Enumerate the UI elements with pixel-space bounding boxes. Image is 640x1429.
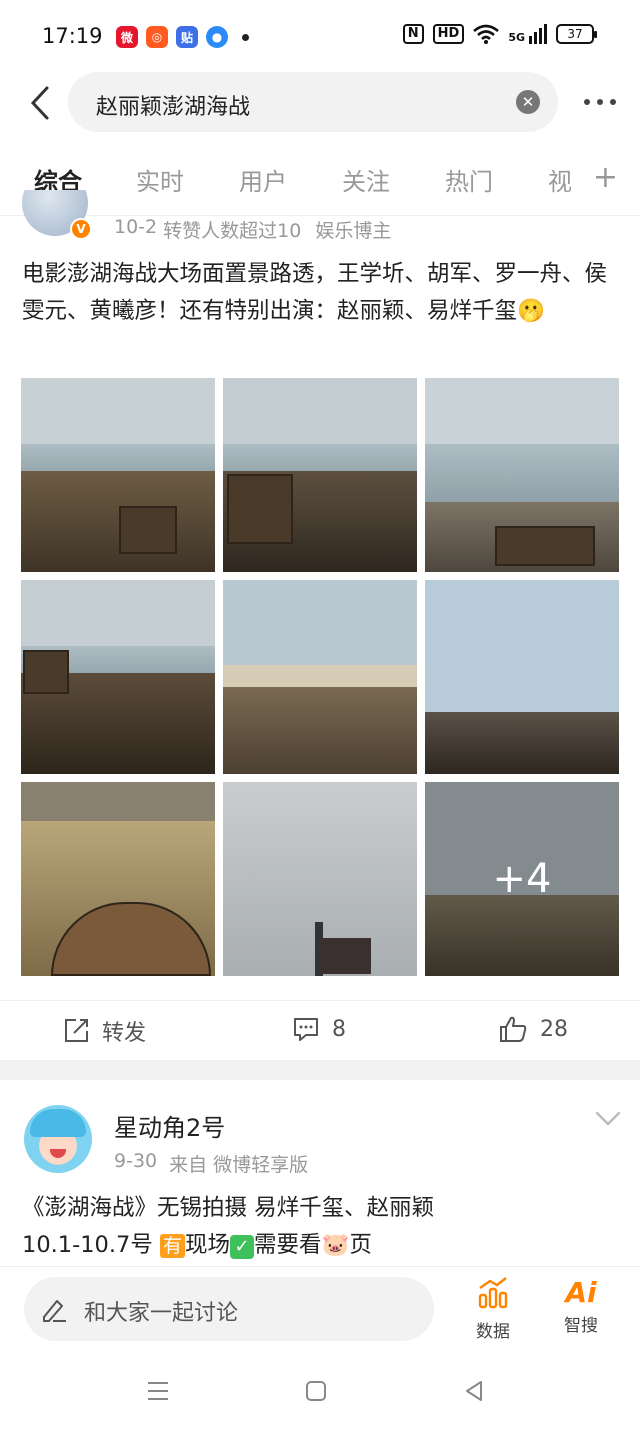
pencil-icon	[43, 1300, 66, 1322]
repost-icon	[65, 1019, 88, 1042]
bottom-composer-bar: 和大家一起讨论 数据 Ai 智搜	[0, 1266, 640, 1354]
app-blue-icon: ●	[206, 26, 228, 48]
weibo-icon: 微	[116, 26, 138, 48]
post1-text[interactable]: 电影澎湖海战大场面置景路透，王学圻、胡军、罗一舟、侯雯元、黄曦彦！还有特别出演：…	[22, 256, 620, 330]
search-header: 赵丽颖澎湖海战 ✕	[0, 72, 640, 134]
home-square-icon	[306, 1381, 326, 1401]
photo-1[interactable]	[21, 378, 215, 572]
tab-users[interactable]: 用户	[239, 162, 287, 197]
like-count: 28	[540, 1016, 568, 1042]
photo-7[interactable]	[21, 782, 215, 976]
home-button[interactable]	[296, 1376, 336, 1406]
recent-apps-button[interactable]	[138, 1376, 178, 1406]
post2-text-line2: 10.1-10.7号 有现场 ✓ 需要看🐷页	[22, 1227, 620, 1264]
post2-author-name[interactable]: 星动角2号	[114, 1108, 225, 1143]
system-icons: N HD 5G 37	[402, 24, 597, 44]
photo-3[interactable]	[425, 378, 619, 572]
post2-text[interactable]: 《澎湖海战》无锡拍摄 易烊千玺、赵丽颖 10.1-10.7号 有现场 ✓ 需要看🐷页	[22, 1190, 620, 1264]
tieba-icon: 贴	[176, 26, 198, 48]
more-photos-count[interactable]: +4	[425, 782, 619, 976]
post1-actions: 转发 8 28	[0, 1000, 640, 1060]
repost-button[interactable]: 转发	[62, 1015, 146, 1047]
post2-text-line1: 《澎湖海战》无锡拍摄 易烊千玺、赵丽颖	[22, 1195, 435, 1221]
photo-4[interactable]	[21, 580, 215, 774]
system-back-button[interactable]	[454, 1376, 494, 1406]
verified-badge-icon: V	[70, 218, 92, 240]
post2-date: 9-30	[114, 1150, 158, 1172]
post1-photo-grid: +4	[21, 378, 619, 976]
check-mark-icon: ✓	[230, 1235, 254, 1259]
smart-search-button[interactable]: Ai 智搜	[546, 1275, 616, 1336]
more-notifications-dot	[242, 33, 249, 41]
you-badge-icon: 有	[159, 1234, 185, 1258]
post1-tag: 娱乐博主	[315, 220, 392, 242]
post2-dates: 10.1-10.7号	[22, 1232, 160, 1258]
status-bar: 17:19 微 ◎ 贴 ● N HD 5G 37	[0, 0, 640, 72]
signal-5g-label: 5G	[508, 31, 525, 44]
photo-9[interactable]: +4	[425, 782, 619, 976]
bar-chart-icon	[478, 1277, 508, 1309]
photo-8[interactable]	[223, 782, 417, 976]
battery-icon: 37	[556, 24, 597, 44]
data-label: 数据	[476, 1322, 510, 1342]
add-tab-icon[interactable]: +	[593, 160, 618, 195]
post1-avatar[interactable]: V	[22, 190, 92, 240]
post1-meta: 10-2 转赞人数超过10 娱乐博主	[114, 216, 391, 243]
tab-following[interactable]: 关注	[342, 162, 390, 197]
more-options-button[interactable]	[580, 90, 620, 114]
comment-count: 8	[332, 1016, 346, 1042]
feed-divider	[0, 1060, 640, 1080]
like-button[interactable]: 28	[498, 1015, 568, 1043]
system-nav-bar	[0, 1354, 640, 1429]
photo-2[interactable]	[223, 378, 417, 572]
post1-repost-note: 转赞人数超过10	[163, 220, 302, 242]
discussion-placeholder: 和大家一起讨论	[84, 1301, 239, 1326]
photo-6[interactable]	[425, 580, 619, 774]
post2-source: 来自 微博轻享版	[169, 1154, 309, 1176]
discussion-input[interactable]: 和大家一起讨论	[24, 1277, 434, 1341]
comment-button[interactable]: 8	[292, 1015, 346, 1043]
clear-search-button[interactable]: ✕	[516, 90, 540, 114]
back-triangle-icon	[466, 1381, 482, 1401]
chevron-left-icon	[30, 86, 49, 120]
app-orange-icon: ◎	[146, 26, 168, 48]
hd-icon: HD	[432, 24, 465, 44]
status-time: 17:19	[42, 24, 103, 48]
smart-search-label: 智搜	[564, 1316, 598, 1336]
post2-need: 需要看🐷页	[254, 1232, 373, 1258]
back-button[interactable]	[20, 80, 60, 126]
comment-icon	[294, 1018, 318, 1041]
nfc-icon: N	[402, 24, 424, 44]
signal-icon: 5G	[508, 24, 547, 44]
tab-video[interactable]: 视	[548, 162, 572, 197]
post1-date: 10-2	[114, 216, 158, 238]
chevron-down-icon[interactable]	[594, 1110, 622, 1128]
search-query[interactable]: 赵丽颖澎湖海战	[96, 89, 250, 121]
post2-avatar[interactable]	[24, 1105, 92, 1173]
tab-hot[interactable]: 热门	[445, 162, 493, 197]
search-input[interactable]: 赵丽颖澎湖海战 ✕	[68, 72, 558, 132]
photo-5[interactable]	[223, 580, 417, 774]
notification-icons: 微 ◎ 贴 ●	[116, 26, 249, 48]
post2-meta: 9-30 来自 微博轻享版	[114, 1150, 308, 1177]
tab-realtime[interactable]: 实时	[136, 162, 184, 197]
search-tabs: 综合 实时 用户 关注 热门 视 +	[0, 150, 640, 216]
data-button[interactable]: 数据	[458, 1275, 528, 1342]
ai-icon: Ai	[565, 1276, 597, 1309]
menu-icon	[148, 1382, 168, 1400]
repost-label: 转发	[102, 1021, 147, 1046]
wifi-icon	[473, 24, 500, 44]
post2-scene: 现场	[184, 1232, 230, 1258]
thumbs-up-icon	[500, 1016, 527, 1042]
